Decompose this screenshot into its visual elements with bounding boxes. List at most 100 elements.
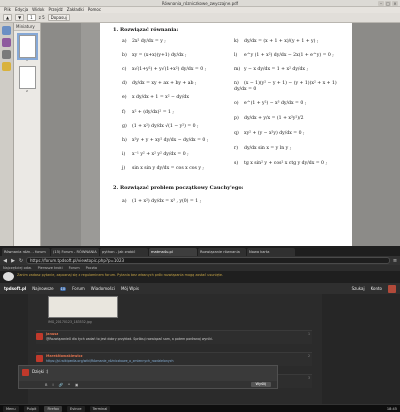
- minimize-icon[interactable]: –: [378, 1, 384, 6]
- equation-item: l) e^y (1 + x²) dy/dx − 2x(1 + e^y) = 0 ;: [234, 53, 334, 58]
- clock: 18:45: [386, 406, 397, 411]
- equation-item: f) x² + (dy/dx)² = 1 ;: [122, 110, 174, 115]
- taskbar-item[interactable]: Firefox: [44, 405, 63, 412]
- pdf-viewer-window: Równania_rózniczkowe_zwyczajne.pdf – □ ×…: [0, 0, 400, 246]
- nav-my-post[interactable]: Mój Wpis: [121, 286, 139, 291]
- equation-item: j) sin x sin y dy/dx = cos x cos y ;: [122, 166, 204, 171]
- unread-badge: 10: [59, 286, 67, 291]
- thumbnail-page-1[interactable]: [16, 33, 38, 60]
- equation-item: a) (1 + x²) dy/dx = x³ , y(0) = 1 ;: [122, 199, 202, 204]
- thumbnails-panel: Miniatury 1 2: [14, 23, 41, 246]
- site-logo-icon: [3, 272, 14, 281]
- send-button[interactable]: Wyślij: [250, 382, 271, 387]
- equation-item: o) e^(1 + y²) − x³ dy/dx = 0 ;: [234, 101, 307, 106]
- side-launcher: [0, 23, 14, 246]
- post-number: 2: [307, 354, 310, 358]
- tab-bar: Równania różn. - forum (15) Forum - RÓWN…: [0, 246, 400, 256]
- avatar: [22, 369, 29, 376]
- equation-item: p) dy/dx + y/x = (1 + x²y²)/2: [234, 116, 304, 121]
- menu-icon[interactable]: ≡: [392, 258, 398, 264]
- browser-tab[interactable]: (15) Forum - RÓWNANIA: [51, 248, 99, 256]
- browser-tab[interactable]: Równania różn. - forum: [2, 248, 50, 256]
- forum-post: janusz @RozwiązanieX dla tych zadań to j…: [36, 330, 312, 344]
- navigation-bar: ◀ ▶ ↻ https://forum.tpdsoft.pl/viewtopic…: [0, 256, 400, 265]
- equation-item: k) dy/dx = (x + 1 + x)/(y + 1 + y) ;: [234, 39, 319, 44]
- reload-icon[interactable]: ↻: [18, 258, 24, 264]
- forward-icon[interactable]: ▶: [10, 258, 16, 264]
- url-bar[interactable]: https://forum.tpdsoft.pl/viewtopic.php?p…: [26, 257, 390, 264]
- equation-item: c) x√(1+y²) + y√(1+x²) dy/dx = 0 ;: [122, 67, 207, 72]
- equation-item: i) x⁻¹ y² + x² y² dy/dx = 0 ;: [122, 152, 189, 157]
- nav-forum[interactable]: Forum: [72, 286, 85, 291]
- section-heading-2: 2. Rozwiązać problem początkowy Cauchy'e…: [113, 185, 244, 191]
- equation-item: a) 2x² dy/dx = y ;: [122, 39, 166, 44]
- browser-tab[interactable]: python - Jak zrobić: [100, 248, 148, 256]
- reply-input[interactable]: Dzięki :): [32, 369, 48, 374]
- taskbar-item[interactable]: Menu: [3, 405, 19, 412]
- pdf-toolbar: ▲ ▼ 1 z 5 Dopasuj: [0, 13, 400, 23]
- menu-edit[interactable]: Edycja: [15, 7, 28, 13]
- avatar[interactable]: [36, 355, 43, 362]
- post-author[interactable]: janusz: [46, 332, 58, 336]
- italic-icon[interactable]: I: [52, 383, 53, 387]
- taskbar-item[interactable]: Pulpit: [23, 405, 40, 412]
- equation-item: d) dy/dx = xy + ax + by + ab ;: [122, 81, 197, 86]
- forum-post: MarekNowakiewicz https://pl.wikipedia.or…: [36, 352, 312, 366]
- menu-view[interactable]: Widok: [32, 7, 44, 13]
- previous-page-button[interactable]: ▲: [3, 14, 13, 21]
- back-icon[interactable]: ◀: [2, 258, 8, 264]
- menu-file[interactable]: Plik: [4, 7, 11, 13]
- document-view[interactable]: 1. Rozwiązać równania: a) 2x² dy/dx = y ;…: [41, 23, 400, 246]
- taskbar-item[interactable]: Evince: [67, 405, 85, 412]
- taskbar-item[interactable]: Terminal: [89, 405, 111, 412]
- browser-window: Równania różn. - forum (15) Forum - RÓWN…: [0, 246, 400, 412]
- forum-header: tpdsoft.pl Najnowsze 10 Forum Wiadomości…: [0, 283, 400, 294]
- avatar[interactable]: [36, 333, 43, 340]
- equation-item: q) xy² + (y − x²y) dy/dx = 0 ;: [234, 131, 305, 136]
- maximize-icon[interactable]: □: [385, 1, 391, 6]
- zoom-select[interactable]: Dopasuj: [47, 14, 70, 21]
- forum-logo[interactable]: tpdsoft.pl: [4, 286, 26, 291]
- search-link[interactable]: Szukaj: [352, 286, 365, 291]
- browser-tab-active[interactable]: matma4u.pl: [149, 248, 197, 256]
- post-link[interactable]: https://pl.wikipedia.org/wiki/Równanie_r…: [46, 359, 174, 363]
- menu-bookmarks[interactable]: Zakładki: [67, 7, 84, 13]
- desktop: Równania_rózniczkowe_zwyczajne.pdf – □ ×…: [0, 0, 400, 412]
- terminal-icon[interactable]: [2, 38, 11, 47]
- attachment-image[interactable]: [48, 296, 118, 318]
- pen-icon[interactable]: [2, 50, 11, 59]
- link-icon[interactable]: 🔗: [59, 383, 63, 387]
- notice-text: Zanim zadasz pytanie, zapoznaj się z reg…: [17, 273, 224, 277]
- image-icon[interactable]: ▣: [75, 383, 78, 387]
- composer-toolbar: B I 🔗 ❝ ▣ Wyślij: [19, 381, 277, 388]
- thumbnail-page-2[interactable]: [18, 66, 36, 89]
- close-icon[interactable]: ×: [392, 1, 398, 6]
- menu-help[interactable]: Pomoc: [88, 7, 101, 13]
- post-text: @RozwiązanieX dla tych zadań to jest dob…: [46, 337, 213, 341]
- thumbnail-number-1: 1: [26, 58, 28, 62]
- equation-item: m) y − x dy/dx = 1 + x² dy/dx ;: [234, 67, 309, 72]
- site-notice: Zanim zadasz pytanie, zapoznaj się z reg…: [0, 271, 400, 283]
- nav-latest[interactable]: Najnowsze: [32, 286, 53, 291]
- page-number-input[interactable]: 1: [27, 14, 36, 21]
- page-gutter: [81, 23, 100, 246]
- bold-icon[interactable]: B: [45, 383, 47, 387]
- thumbnail-number-2: 2: [26, 89, 28, 93]
- star-icon[interactable]: [2, 62, 11, 71]
- folder-icon[interactable]: [2, 26, 11, 35]
- page-count-label: z 5: [38, 15, 45, 20]
- pdf-window-title: Równania_rózniczkowe_zwyczajne.pdf: [161, 1, 239, 6]
- quote-icon[interactable]: ❝: [68, 383, 70, 387]
- reply-composer[interactable]: Dzięki :) B I 🔗 ❝ ▣ Wyślij: [18, 365, 278, 389]
- equation-item: b) xy = (x+x)(y+1) dy/dx ;: [122, 53, 187, 58]
- equation-item: n) (x − 1)(y² − y + 1) − (y + 1)(x² + x +…: [234, 81, 337, 92]
- user-avatar[interactable]: [388, 284, 396, 293]
- equation-item: h) x²y + y + xy² dy/dx − dy/dx = 0 ;: [122, 138, 209, 143]
- post-author[interactable]: MarekNowakiewicz: [46, 354, 82, 358]
- next-page-button[interactable]: ▼: [15, 14, 25, 21]
- browser-tab[interactable]: Rozwiązanie równania: [198, 248, 246, 256]
- browser-tab[interactable]: Nowa karta: [247, 248, 295, 256]
- menu-go[interactable]: Przejdź: [48, 7, 62, 13]
- account-link[interactable]: Konto: [371, 286, 382, 291]
- nav-messages[interactable]: Wiadomości: [91, 286, 115, 291]
